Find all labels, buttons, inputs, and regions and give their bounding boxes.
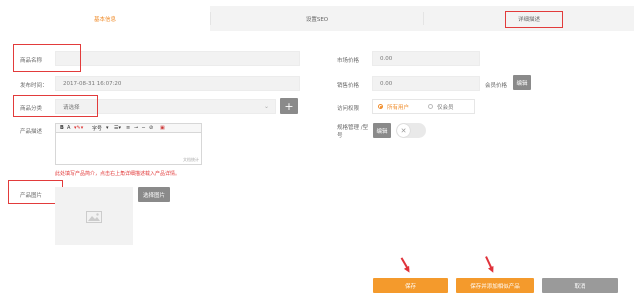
save-button[interactable]: 保存	[373, 278, 448, 293]
tab-basic-info[interactable]: 基本信息	[0, 6, 210, 31]
add-category-button[interactable]: +	[280, 98, 298, 114]
image-placeholder[interactable]	[55, 187, 133, 245]
chevron-down-icon: ⌄	[263, 103, 269, 110]
annotation-box	[505, 11, 563, 28]
annotation-box	[13, 44, 81, 72]
tab-seo[interactable]: 设置SEO	[211, 6, 423, 31]
annotation-arrowhead	[488, 266, 496, 274]
annotation-arrowhead	[403, 265, 413, 275]
member-price-edit-button[interactable]: 编辑	[513, 75, 531, 90]
name-input[interactable]	[55, 51, 300, 66]
radio-members-only-label: 仅会员	[437, 105, 454, 111]
word-count: 文档统计	[183, 157, 199, 162]
plus-icon: +	[284, 99, 294, 113]
image-icon[interactable]: ▣	[160, 125, 165, 131]
font-size-select[interactable]: 字号	[92, 125, 102, 132]
sale-price-label: 销售价格	[337, 83, 360, 89]
font-color-icon[interactable]: A	[67, 125, 70, 131]
tab-label: 基本信息	[93, 16, 116, 23]
close-icon: ✕	[397, 124, 410, 137]
editor-toolbar: B A ▾✎▾ 字号 ▾ ☰▾ ≡ ⊸ ─ ⊘ ▣	[55, 123, 202, 133]
spec-toggle[interactable]: ✕	[396, 123, 426, 138]
select-image-button[interactable]: 选择图片	[138, 187, 170, 202]
sale-price-input[interactable]: 0.00	[372, 76, 480, 91]
rich-text-editor[interactable]: B A ▾✎▾ 字号 ▾ ☰▾ ≡ ⊸ ─ ⊘ ▣ 文档统计	[55, 123, 202, 165]
chevron-down-icon: ▾	[106, 125, 109, 131]
access-label: 访问权限	[337, 106, 360, 112]
hr-icon[interactable]: ─	[142, 125, 145, 131]
image-icon	[86, 211, 102, 223]
align-icon[interactable]: ☰▾	[114, 125, 121, 131]
tab-label: 设置SEO	[305, 16, 329, 23]
annotation-box	[13, 95, 98, 117]
unlink-icon[interactable]: ⊘	[149, 125, 153, 131]
cancel-button[interactable]: 取消	[542, 278, 618, 293]
list-icon[interactable]: ≡	[126, 125, 130, 131]
member-price-label: 会员价格	[485, 83, 508, 89]
radio-members-only[interactable]	[428, 104, 433, 109]
publish-time-label: 发布时间：	[20, 83, 48, 89]
spec-label: 规格管理 /型号	[337, 125, 369, 139]
bold-icon[interactable]: B	[60, 125, 64, 131]
publish-time-input[interactable]: 2017-08-31 16:07:20	[55, 76, 300, 91]
description-label: 产品描述	[20, 129, 43, 135]
highlight-icon[interactable]: ▾✎▾	[74, 125, 83, 131]
spec-edit-button[interactable]: 编辑	[373, 123, 391, 138]
market-price-input[interactable]: 0.00	[372, 51, 480, 66]
description-hint: 此处填写产品简介，点击右上角详细描述载入产品详情。	[55, 171, 181, 177]
link-icon[interactable]: ⊸	[134, 125, 138, 131]
access-radio-group: 所有用户 仅会员	[372, 99, 475, 114]
radio-all-users[interactable]	[378, 104, 383, 109]
save-and-add-button[interactable]: 保存并添加相似产品	[456, 278, 534, 293]
radio-all-users-label: 所有用户	[387, 105, 410, 111]
market-price-label: 市场价格	[337, 58, 360, 64]
